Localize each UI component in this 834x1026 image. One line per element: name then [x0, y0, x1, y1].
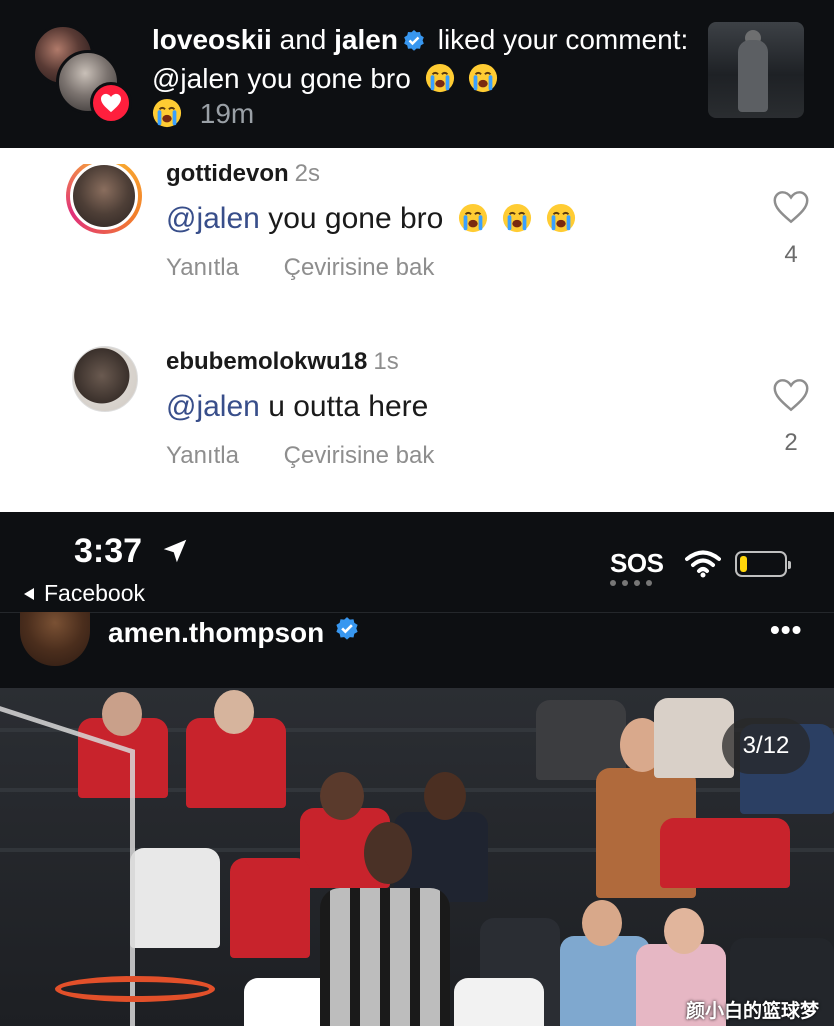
- crying-face-emoji-icon: [458, 203, 487, 233]
- back-to-app-link[interactable]: Facebook: [22, 580, 145, 607]
- notification-time: 19m: [199, 98, 255, 129]
- fan-head: [424, 772, 466, 820]
- crying-face-emoji-icon: [547, 203, 576, 233]
- divider: [0, 612, 834, 613]
- notification-avatars: [32, 24, 132, 124]
- notification-text: loveoskii and jalen liked your comment: …: [152, 22, 692, 131]
- fan: [130, 848, 220, 948]
- see-translation-button[interactable]: Çevirisine bak: [284, 442, 435, 469]
- notif-user-2[interactable]: jalen: [334, 24, 398, 55]
- thumbnail-person: [738, 40, 768, 112]
- see-translation-button[interactable]: Çevirisine bak: [284, 254, 435, 281]
- comment-username[interactable]: ebubemolokwu18 1s: [166, 348, 399, 376]
- more-options-button[interactable]: •••: [770, 614, 802, 646]
- reply-button[interactable]: Yanıtla: [166, 254, 239, 281]
- carousel-counter: 3/12: [722, 718, 810, 774]
- comment-text: @jalen you gone bro: [166, 202, 576, 236]
- crying-face-emoji-icon: [502, 203, 532, 233]
- fan: [660, 818, 790, 888]
- avatar-ebubemolokwu18[interactable]: [72, 346, 138, 412]
- fan-head: [102, 692, 142, 736]
- heart-badge-icon: [90, 82, 132, 124]
- post-photo[interactable]: 3/12 颜小白的篮球梦: [0, 688, 834, 1026]
- crying-face-emoji-icon: [152, 98, 182, 128]
- verified-badge-icon: [334, 616, 360, 649]
- watermark: 颜小白的篮球梦: [686, 1001, 820, 1022]
- mention-link[interactable]: @jalen: [166, 390, 260, 423]
- like-count: 4: [784, 241, 798, 268]
- notif-user-1[interactable]: loveoskii: [152, 24, 272, 55]
- comment-like: 4: [771, 190, 811, 269]
- fan-head: [320, 772, 364, 820]
- status-indicators: SOS: [610, 548, 792, 586]
- reply-button[interactable]: Yanıtla: [166, 442, 239, 469]
- battery-icon: [735, 550, 792, 577]
- fan: [454, 978, 544, 1026]
- separator: [0, 148, 834, 164]
- basketball-rim: [55, 976, 215, 1002]
- status-time: 3:37: [74, 532, 143, 570]
- like-notification[interactable]: loveoskii and jalen liked your comment: …: [0, 0, 834, 148]
- separator: [0, 492, 834, 512]
- crying-face-emoji-icon: [469, 63, 498, 93]
- post-author[interactable]: amen.thompson: [108, 616, 364, 649]
- comment-text: @jalen u outta here: [166, 390, 429, 423]
- fan: [230, 858, 310, 958]
- wifi-icon: [685, 550, 722, 577]
- referee: [320, 888, 450, 1026]
- comment-actions: Yanıtla Çevirisine bak: [166, 254, 472, 282]
- back-triangle-icon: [24, 587, 34, 600]
- comments-list: gottidevon 2s @jalen you gone bro Yanıtla…: [0, 164, 834, 492]
- crying-face-emoji-icon: [425, 63, 454, 93]
- heart-outline-icon[interactable]: [772, 378, 810, 412]
- comment-username[interactable]: gottidevon 2s: [166, 164, 320, 188]
- comment-time: 2s: [294, 164, 321, 187]
- comment-actions: Yanıtla Çevirisine bak: [166, 442, 472, 470]
- like-count: 2: [784, 429, 798, 456]
- comment-like: 2: [771, 378, 811, 457]
- fan-head: [664, 908, 704, 954]
- post-author-avatar[interactable]: [20, 612, 90, 666]
- sos-indicator: SOS: [610, 548, 664, 586]
- fan-head: [214, 690, 254, 734]
- phone-screenshot: 3:37 SOS Facebook amen.thompson ••• 3/12…: [0, 512, 834, 1026]
- heart-outline-icon[interactable]: [772, 190, 810, 224]
- mention-link[interactable]: @jalen: [166, 202, 260, 235]
- avatar-gottidevon[interactable]: [66, 164, 142, 234]
- location-arrow-icon: [163, 539, 187, 563]
- post-thumbnail[interactable]: [708, 22, 804, 118]
- fan-head: [582, 900, 622, 946]
- verified-badge-icon: [402, 26, 426, 61]
- comment-time: 1s: [373, 348, 399, 375]
- referee-head: [364, 822, 412, 884]
- notif-and: and: [279, 24, 327, 55]
